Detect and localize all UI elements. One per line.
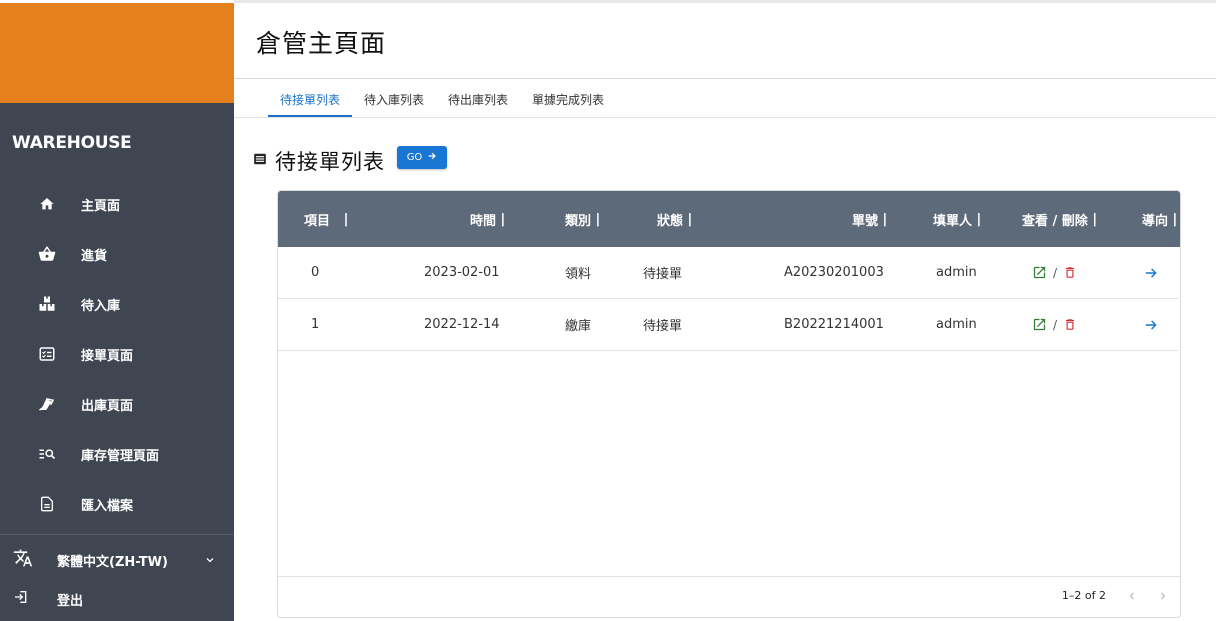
column-header-actions[interactable]: 查看 / 刪除 | xyxy=(1022,191,1097,247)
action-separator: / xyxy=(1053,317,1058,332)
list-alt-icon xyxy=(253,151,267,165)
translate-icon xyxy=(13,548,33,572)
logout-button[interactable]: 登出 xyxy=(0,584,234,614)
page-title: 倉管主頁面 xyxy=(256,29,387,58)
cell-time: 2022-12-14 xyxy=(424,317,500,332)
cell-order-no: A20230201003 xyxy=(784,265,884,280)
column-header-creator[interactable]: 填單人 | xyxy=(933,191,981,247)
chevron-left-icon[interactable] xyxy=(1123,587,1141,605)
sidebar-item-pending-stock-in[interactable]: 待入庫 xyxy=(0,284,234,324)
sidebar-item-label: 匯入檔案 xyxy=(81,498,134,514)
tab-pending-stock-out[interactable]: 待出庫列表 xyxy=(436,82,520,116)
logout-label: 登出 xyxy=(57,593,84,609)
sidebar: WAREHOUSE 主頁面 進貨 待入庫 接單頁面 出庫頁面 庫存管理頁面 匯入… xyxy=(0,0,234,621)
column-header-order-no[interactable]: 單號 | xyxy=(852,191,887,247)
column-header-navigate[interactable]: 導向 | xyxy=(1142,191,1177,247)
tabs-divider xyxy=(234,117,1216,118)
cell-actions: / xyxy=(1032,299,1077,350)
cell-status: 待接單 xyxy=(643,319,683,334)
sidebar-item-home[interactable]: 主頁面 xyxy=(0,184,234,224)
chevron-right-icon[interactable] xyxy=(1154,587,1172,605)
sidebar-item-stock-out[interactable]: 出庫頁面 xyxy=(0,384,234,424)
open-in-new-icon[interactable] xyxy=(1032,265,1047,280)
cell-category: 繳庫 xyxy=(565,319,592,334)
sidebar-item-label: 庫存管理頁面 xyxy=(81,448,160,464)
cell-navigate xyxy=(1144,299,1158,350)
tab-pending-stock-in[interactable]: 待入庫列表 xyxy=(352,82,436,116)
table-row: 0 2023-02-01 領料 待接單 A20230201003 admin / xyxy=(278,247,1178,299)
cell-actions: / xyxy=(1032,247,1077,298)
cell-order-no: B20221214001 xyxy=(784,317,884,332)
tab-bar: 待接單列表 待入庫列表 待出庫列表 單據完成列表 xyxy=(268,82,616,118)
boxes-icon xyxy=(37,294,57,314)
open-in-new-icon[interactable] xyxy=(1032,317,1047,332)
go-label: GO xyxy=(406,152,423,163)
home-icon xyxy=(37,194,57,214)
language-label: 繁體中文(ZH-TW) xyxy=(57,554,168,570)
column-header-index[interactable]: 項目 | xyxy=(304,191,348,247)
sidebar-item-label: 出庫頁面 xyxy=(81,398,134,414)
tab-completed[interactable]: 單據完成列表 xyxy=(520,82,616,116)
sidebar-divider xyxy=(0,534,234,535)
brand-title: WAREHOUSE xyxy=(12,133,132,153)
cell-category: 領料 xyxy=(565,267,592,282)
shipping-icon xyxy=(37,394,57,414)
top-border xyxy=(234,0,1216,3)
sidebar-item-label: 待入庫 xyxy=(81,298,121,314)
cell-creator: admin xyxy=(936,265,977,280)
checklist-icon xyxy=(37,344,57,364)
sidebar-item-import[interactable]: 匯入檔案 xyxy=(0,484,234,524)
action-separator: / xyxy=(1053,265,1058,280)
logout-icon xyxy=(13,589,29,609)
table-footer-divider xyxy=(278,576,1180,577)
header-divider xyxy=(234,78,1216,79)
arrow-right-icon xyxy=(427,151,437,164)
sidebar-item-label: 主頁面 xyxy=(81,198,121,214)
cell-index: 0 xyxy=(311,265,320,280)
pagination-info: 1–2 of 2 xyxy=(1061,589,1106,602)
go-button[interactable]: GO xyxy=(397,146,447,169)
brand-banner xyxy=(0,3,234,103)
sidebar-item-inventory[interactable]: 庫存管理頁面 xyxy=(0,434,234,474)
arrow-forward-icon[interactable] xyxy=(1144,318,1158,332)
delete-icon[interactable] xyxy=(1063,265,1077,280)
sidebar-item-label: 進貨 xyxy=(81,248,108,264)
table-row: 1 2022-12-14 繳庫 待接單 B20221214001 admin / xyxy=(278,299,1178,351)
manage-search-icon xyxy=(37,444,57,464)
column-header-time[interactable]: 時間 | xyxy=(470,191,505,247)
tab-pending-orders[interactable]: 待接單列表 xyxy=(268,82,353,117)
column-header-category[interactable]: 類別 | xyxy=(565,191,600,247)
delete-icon[interactable] xyxy=(1063,317,1077,332)
orders-table: 項目 | 時間 | 類別 | 狀態 | 單號 | 填單人 | 查看 / 刪除 |… xyxy=(277,190,1181,618)
cell-creator: admin xyxy=(936,317,977,332)
cell-index: 1 xyxy=(311,317,320,332)
cell-navigate xyxy=(1144,247,1158,298)
section-title: 待接單列表 xyxy=(275,150,385,174)
cell-time: 2023-02-01 xyxy=(424,265,500,280)
file-icon xyxy=(37,494,57,514)
basket-icon xyxy=(37,244,57,264)
arrow-forward-icon[interactable] xyxy=(1144,266,1158,280)
language-selector[interactable]: 繁體中文(ZH-TW) xyxy=(0,545,234,575)
cell-status: 待接單 xyxy=(643,267,683,282)
sidebar-item-label: 接單頁面 xyxy=(81,348,134,364)
sidebar-item-purchase[interactable]: 進貨 xyxy=(0,234,234,274)
table-header: 項目 | 時間 | 類別 | 狀態 | 單號 | 填單人 | 查看 / 刪除 |… xyxy=(278,191,1180,247)
sidebar-item-orders[interactable]: 接單頁面 xyxy=(0,334,234,374)
column-header-status[interactable]: 狀態 | xyxy=(657,191,692,247)
chevron-down-icon xyxy=(204,551,216,570)
